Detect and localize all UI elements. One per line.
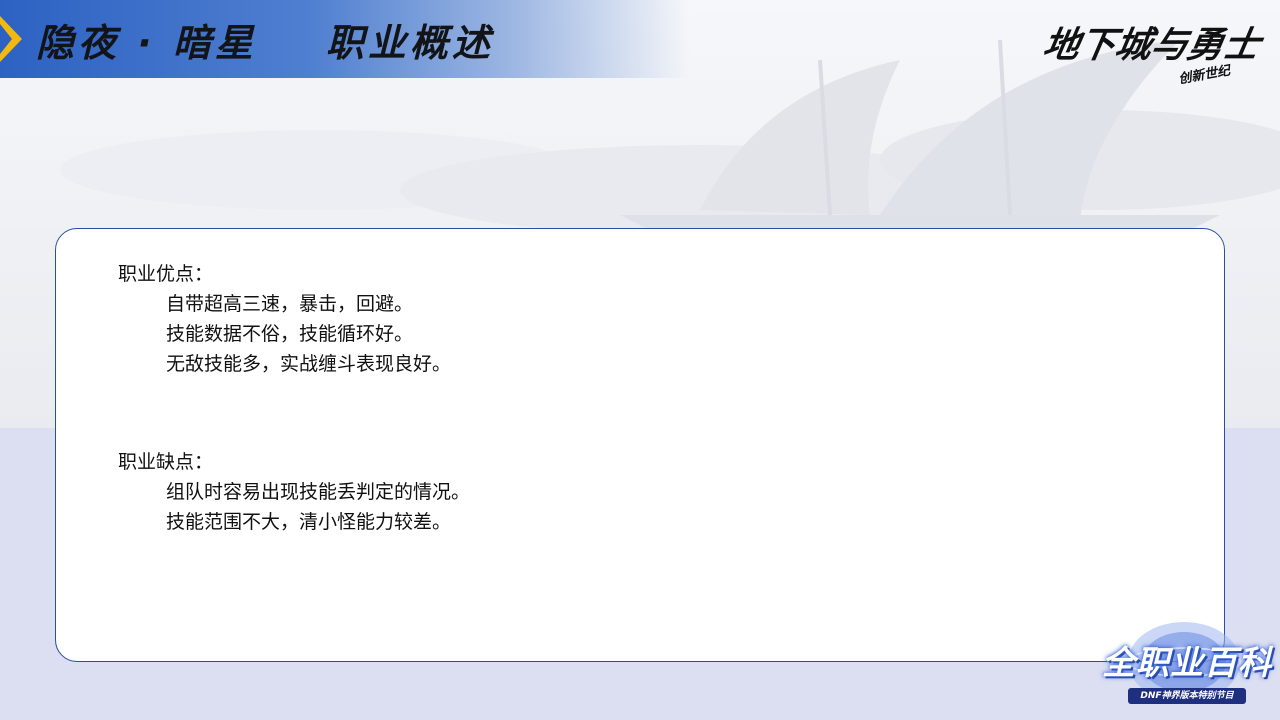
pros-list: 自带超高三速，暴击，回避。 技能数据不俗，技能循环好。 无敌技能多，实战缠斗表现… [118, 289, 451, 379]
list-item: 自带超高三速，暴击，回避。 [166, 293, 414, 315]
list-item: 无敌技能多，实战缠斗表现良好。 [166, 353, 452, 375]
game-logo: 地下城与勇士 创新世纪 [1040, 8, 1266, 98]
page-title: 隐夜 · 暗星 职业概述 [36, 21, 494, 65]
list-item: 组队时容易出现技能丢判定的情况。 [166, 481, 471, 503]
program-badge: 全职业百科 DNF神界版本特别节目 [1098, 618, 1272, 710]
pros-title: 职业优点： [118, 263, 214, 285]
pros-section: 职业优点： 自带超高三速，暴击，回避。 技能数据不俗，技能循环好。 无敌技能多，… [118, 259, 451, 379]
badge-sub-text: DNF神界版本特别节目 [1128, 688, 1246, 704]
badge-main-text: 全职业百科 [1102, 643, 1272, 682]
title-banner: 隐夜 · 暗星 职业概述 [0, 0, 690, 78]
cons-section: 职业缺点： 组队时容易出现技能丢判定的情况。 技能范围不大，清小怪能力较差。 [118, 447, 470, 537]
cons-list: 组队时容易出现技能丢判定的情况。 技能范围不大，清小怪能力较差。 [118, 477, 470, 537]
content-card: 职业优点： 自带超高三速，暴击，回避。 技能数据不俗，技能循环好。 无敌技能多，… [55, 228, 1225, 662]
list-item: 技能范围不大，清小怪能力较差。 [166, 511, 452, 533]
cons-title: 职业缺点： [118, 451, 214, 473]
logo-main-text: 地下城与勇士 [1039, 24, 1264, 66]
chevron-right-icon [0, 16, 22, 62]
list-item: 技能数据不俗，技能循环好。 [166, 323, 414, 345]
